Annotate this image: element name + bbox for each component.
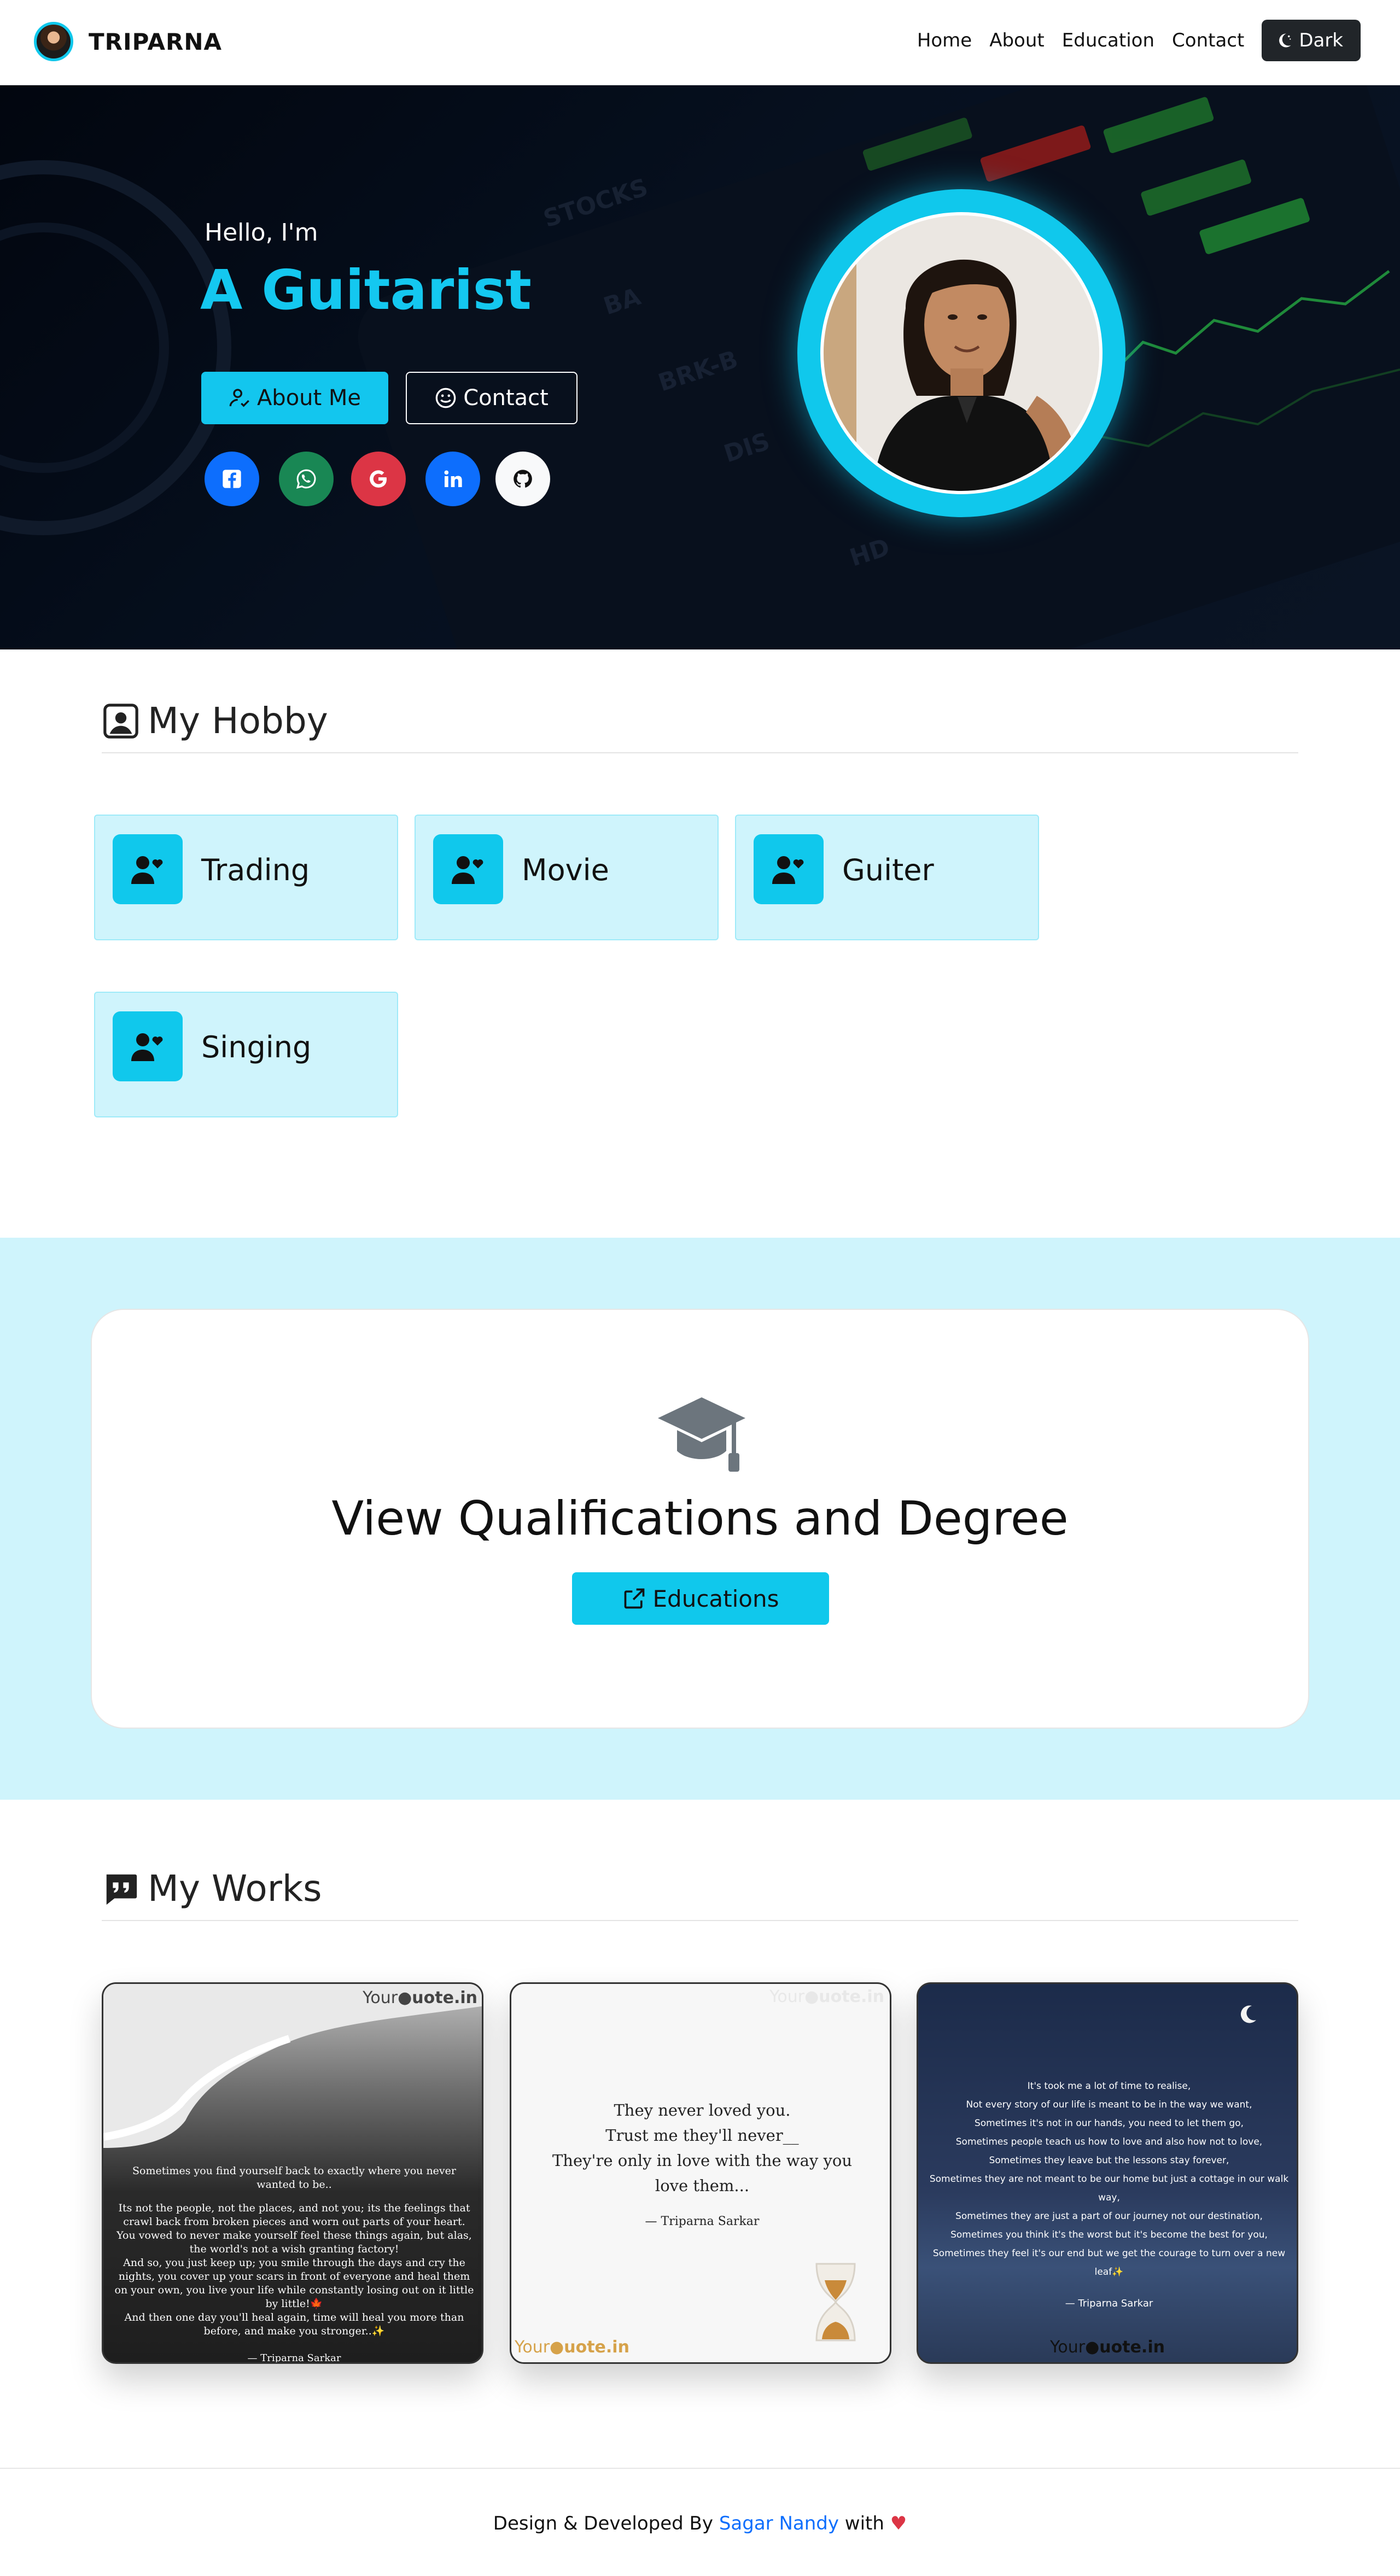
quote-author: — Triparna Sarkar — [247, 2352, 341, 2364]
hobby-card-trading[interactable]: Trading — [94, 815, 398, 940]
github-button[interactable] — [495, 452, 550, 506]
contact-label: Contact — [463, 385, 549, 411]
hero-role: A Guitarist — [200, 258, 532, 322]
hourglass-image — [815, 2263, 856, 2341]
nav-link-contact[interactable]: Contact — [1172, 30, 1244, 51]
crescent-moon-image — [1240, 2005, 1256, 2023]
education-section: View Qualifications and Degree Education… — [0, 1238, 1400, 1800]
person-check-icon — [229, 389, 249, 407]
github-icon — [514, 470, 532, 488]
yourquote-watermark: Your●uote.in — [1050, 2338, 1165, 2357]
nav-link-education[interactable]: Education — [1062, 30, 1154, 51]
yourquote-watermark-bottom: Your●uote.in — [515, 2338, 629, 2357]
google-icon — [370, 470, 387, 488]
works-divider — [102, 1920, 1298, 1921]
footer: Design & Developed By Sagar Nandy with ♥ — [0, 2513, 1400, 2534]
footer-author-link[interactable]: Sagar Nandy — [719, 2513, 839, 2534]
hobby-title-text: My Hobby — [148, 700, 328, 742]
hobby-card-movie[interactable]: Movie — [415, 815, 719, 940]
yourquote-watermark: Your●uote.in — [769, 1987, 884, 2006]
about-me-label: About Me — [256, 385, 361, 411]
linkedin-button[interactable] — [425, 452, 480, 506]
stock-chart-background-image: STOCKS BA BRK-B DIS HD — [0, 85, 1400, 649]
hobby-label: Singing — [201, 1030, 312, 1064]
navbar: TRIPARNA Home About Education Contact Da… — [0, 0, 1400, 85]
footer-divider — [0, 2468, 1400, 2469]
education-card: View Qualifications and Degree Education… — [91, 1309, 1309, 1729]
quote-author: — Triparna Sarkar — [1065, 2298, 1153, 2309]
work-card-3[interactable]: It's took me a lot of time to realise, N… — [917, 1982, 1298, 2364]
hobby-card-singing[interactable]: Singing — [94, 992, 398, 1117]
educations-button[interactable]: Educations — [572, 1572, 829, 1625]
moon-icon — [1279, 33, 1291, 48]
work-card-2[interactable]: Your●uote.in They never loved you. Trust… — [510, 1982, 891, 2364]
educations-label: Educations — [652, 1585, 779, 1612]
hero-section: STOCKS BA BRK-B DIS HD Hello, I'm A Guit… — [0, 85, 1400, 649]
nav-links: Home About Education Contact Dark — [917, 20, 1361, 61]
linkedin-icon — [444, 470, 462, 487]
person-heart-icon — [113, 1011, 183, 1081]
education-heading: View Qualifications and Degree — [331, 1491, 1069, 1546]
person-heart-icon — [113, 834, 183, 904]
portrait-frame — [797, 189, 1125, 517]
beach-waves-image — [103, 1984, 482, 2148]
hobby-divider — [102, 752, 1298, 753]
facebook-button[interactable] — [205, 452, 259, 506]
person-heart-icon — [754, 834, 824, 904]
quote-text: It's took me a lot of time to realise, N… — [929, 2077, 1289, 2313]
person-square-icon — [103, 703, 138, 739]
about-me-button[interactable]: About Me — [201, 372, 388, 424]
brand[interactable]: TRIPARNA — [34, 22, 222, 61]
quote-text: They never loved you. Trust me they'll n… — [544, 2098, 860, 2234]
hobby-label: Trading — [201, 853, 310, 887]
avatar — [34, 22, 73, 61]
google-button[interactable] — [351, 452, 406, 506]
theme-toggle-label: Dark — [1299, 30, 1343, 51]
smile-icon — [435, 388, 456, 408]
graduation-cap-icon — [658, 1397, 745, 1472]
quote-author: — Triparna Sarkar — [645, 2215, 760, 2228]
hobby-card-guiter[interactable]: Guiter — [735, 815, 1039, 940]
profile-photo — [820, 212, 1102, 494]
quote-text: Sometimes you find yourself back to exac… — [114, 2165, 474, 2364]
hobby-section-title: My Hobby — [102, 700, 328, 742]
works-section-title: My Works — [102, 1867, 322, 1910]
theme-toggle-button[interactable]: Dark — [1262, 20, 1361, 61]
whatsapp-icon — [296, 469, 316, 489]
facebook-icon — [223, 470, 241, 488]
nav-link-about[interactable]: About — [989, 30, 1045, 51]
contact-button[interactable]: Contact — [406, 372, 578, 424]
works-title-text: My Works — [148, 1867, 322, 1910]
hobby-label: Movie — [522, 853, 609, 887]
work-card-1[interactable]: Your●uote.in Sometimes you find yourself… — [102, 1982, 483, 2364]
nav-link-home[interactable]: Home — [917, 30, 972, 51]
footer-credit-suffix: with — [844, 2513, 884, 2534]
quote-icon — [106, 1874, 137, 1905]
person-heart-icon — [433, 834, 503, 904]
brand-name: TRIPARNA — [89, 28, 223, 55]
hero-greeting: Hello, I'm — [205, 219, 318, 247]
whatsapp-button[interactable] — [279, 452, 334, 506]
yourquote-watermark: Your●uote.in — [363, 1988, 477, 2007]
heart-icon: ♥ — [890, 2513, 907, 2534]
hobby-label: Guiter — [842, 853, 934, 887]
footer-credit-prefix: Design & Developed By — [493, 2513, 714, 2534]
external-link-icon — [624, 1588, 644, 1609]
